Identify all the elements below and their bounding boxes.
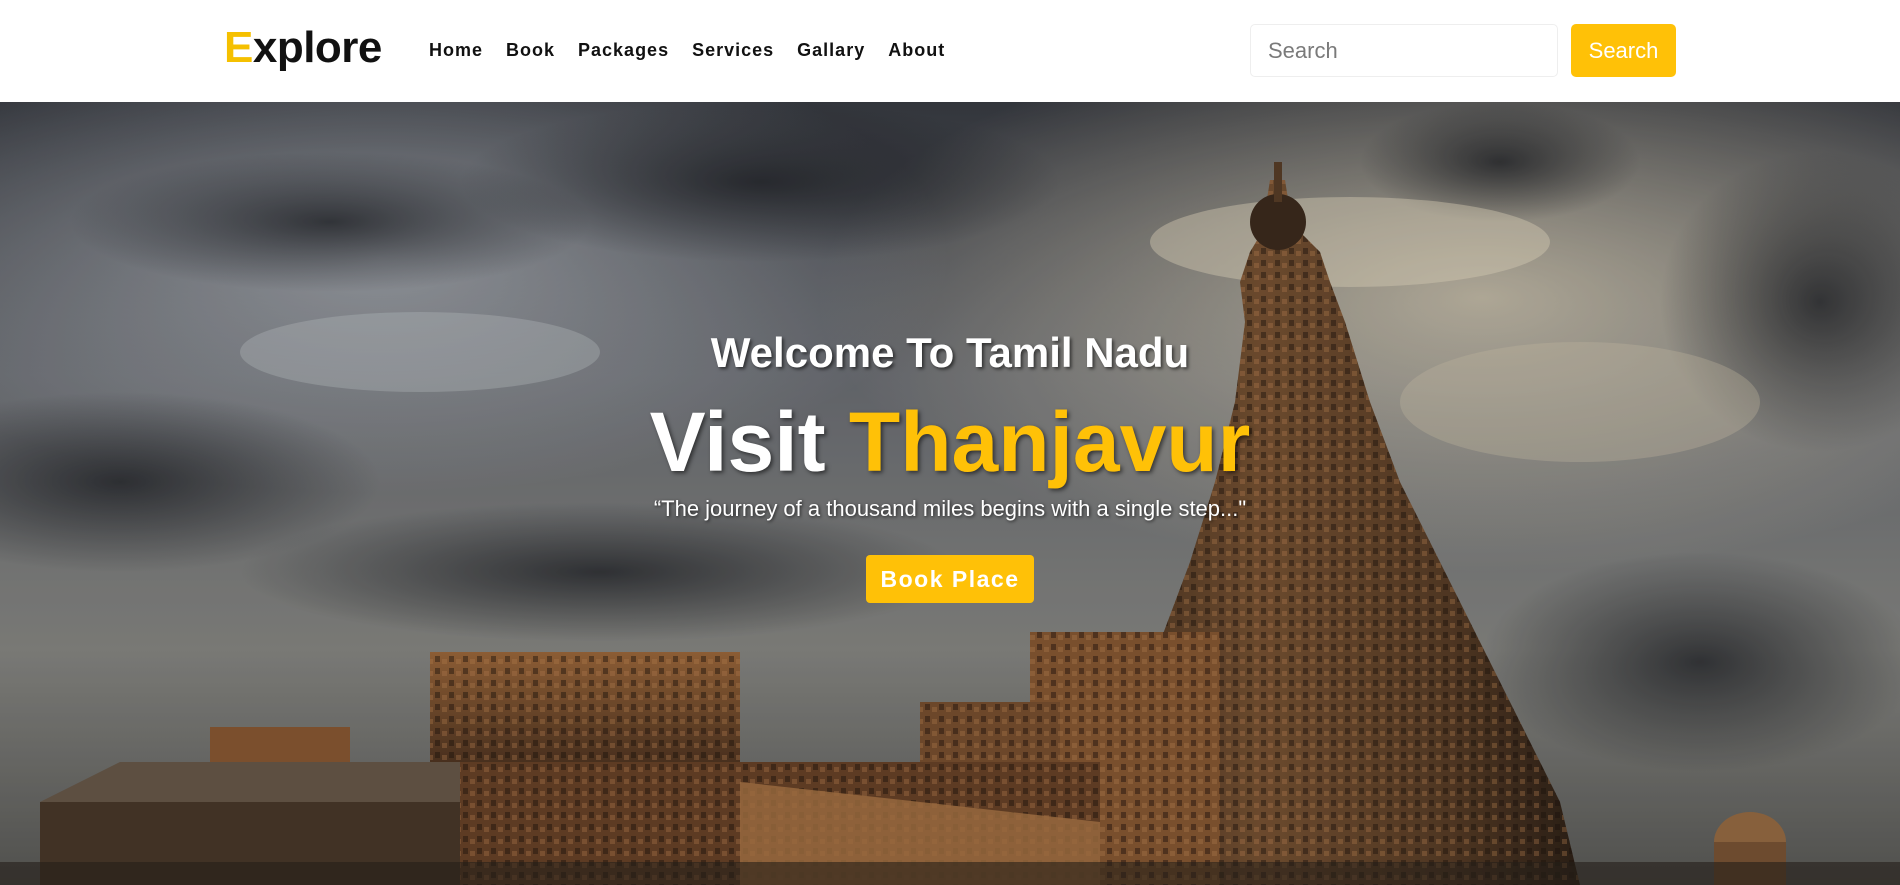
nav-link-services[interactable]: Services [692,38,774,62]
hero-section: Welcome To Tamil Nadu Visit Thanjavur “T… [0,102,1900,885]
main-nav: Home Book Packages Services Gallary Abou… [429,38,968,62]
brand-logo-text: xplore [252,23,383,72]
search-input[interactable] [1250,24,1558,77]
nav-link-home[interactable]: Home [429,38,483,62]
hero-title-highlight: Thanjavur [848,395,1251,489]
hero-title: Visit Thanjavur [0,392,1900,492]
search-button[interactable]: Search [1571,24,1676,77]
hero-title-prefix: Visit [649,395,849,489]
nav-link-about[interactable]: About [888,38,945,62]
nav-link-gallary[interactable]: Gallary [797,38,865,62]
nav-link-book[interactable]: Book [506,38,555,62]
top-navbar: Explore Home Book Packages Services Gall… [0,0,1900,102]
brand-logo-initial: E [224,23,253,72]
nav-link-packages[interactable]: Packages [578,38,669,62]
book-place-button[interactable]: Book Place [866,555,1034,603]
hero-welcome-heading: Welcome To Tamil Nadu [710,329,1190,376]
hero-quote: “The journey of a thousand miles begins … [653,496,1247,521]
brand-logo[interactable]: Explore [224,22,382,74]
